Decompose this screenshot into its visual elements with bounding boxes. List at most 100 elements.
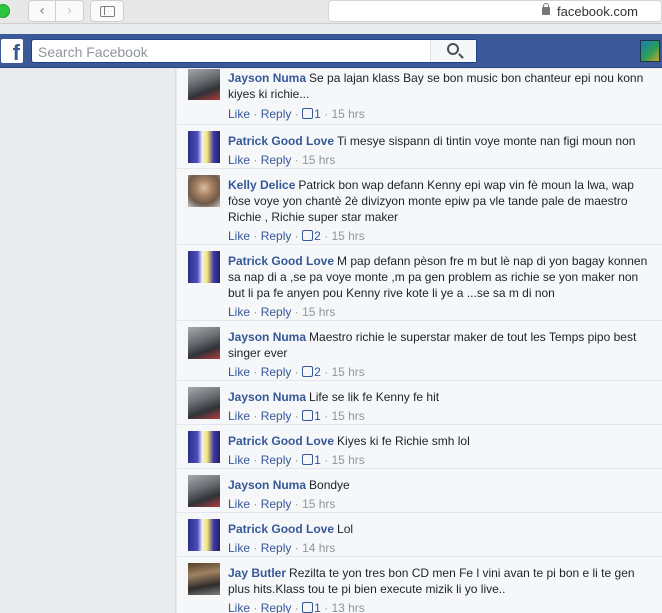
like-link[interactable]: Like (228, 153, 250, 167)
separator-dot: · (294, 541, 299, 555)
comment-author-link[interactable]: Patrick Good Love (228, 522, 334, 536)
sidebar-toggle-button[interactable] (90, 0, 124, 22)
reply-link[interactable]: Reply (261, 541, 292, 555)
comment-author-link[interactable]: Jayson Numa (228, 478, 306, 492)
profile-avatar[interactable] (640, 40, 660, 62)
comment-avatar[interactable] (188, 387, 220, 419)
like-link[interactable]: Like (228, 541, 250, 555)
separator-dot: · (294, 601, 299, 613)
search-input[interactable] (38, 43, 428, 61)
like-link[interactable]: Like (228, 453, 250, 467)
separator-dot: · (324, 229, 329, 243)
comment-timestamp[interactable]: 14 hrs (302, 541, 335, 555)
window-maximize-button[interactable] (0, 4, 10, 18)
separator-dot: · (294, 229, 299, 243)
comment-item: Jayson Numa Maestro richie le superstar m… (177, 321, 662, 381)
comment-timestamp[interactable]: 15 hrs (331, 229, 364, 243)
comment-avatar[interactable] (188, 131, 220, 163)
like-count[interactable]: 1 (314, 453, 321, 467)
reply-link[interactable]: Reply (261, 305, 292, 319)
comment-author-link[interactable]: Jayson Numa (228, 71, 306, 85)
comment-avatar[interactable] (188, 69, 220, 100)
comment-author-link[interactable]: Jayson Numa (228, 330, 306, 344)
comment-item: Jayson Numa Se pa lajan klass Bay se bon … (177, 69, 662, 125)
reply-link[interactable]: Reply (261, 365, 292, 379)
like-link[interactable]: Like (228, 601, 250, 613)
like-link[interactable]: Like (228, 229, 250, 243)
comment-timestamp[interactable]: 15 hrs (302, 153, 335, 167)
separator-dot: · (253, 497, 258, 511)
separator-dot: · (324, 453, 329, 467)
comment-author-link[interactable]: Jay Butler (228, 566, 286, 580)
separator-dot: · (294, 153, 299, 167)
like-count[interactable]: 1 (314, 107, 321, 121)
separator-dot: · (253, 409, 258, 423)
comment-avatar[interactable] (188, 175, 220, 207)
reply-link[interactable]: Reply (261, 107, 292, 121)
reply-link[interactable]: Reply (261, 153, 292, 167)
search-button[interactable] (430, 40, 476, 62)
comment-timestamp[interactable]: 15 hrs (331, 107, 364, 121)
reply-link[interactable]: Reply (261, 601, 292, 613)
like-link[interactable]: Like (228, 497, 250, 511)
comment-item: Jay Butler Rezilta te yon tres bon CD men… (177, 557, 662, 613)
comment-text: Rezilta te yon tres bon CD men Fe l vini… (228, 566, 635, 596)
comment-timestamp[interactable]: 15 hrs (331, 409, 364, 423)
comment-timestamp[interactable]: 13 hrs (331, 601, 364, 613)
like-count[interactable]: 1 (314, 409, 321, 423)
comment-text: Ti mesye sispann di tintin voye monte na… (337, 134, 636, 148)
comment-avatar[interactable] (188, 431, 220, 463)
reply-link[interactable]: Reply (261, 409, 292, 423)
sidebar-icon (100, 6, 115, 17)
comment-item: Patrick Good Love Ti mesye sispann di tin… (177, 125, 662, 169)
separator-dot: · (253, 229, 258, 243)
reply-link[interactable]: Reply (261, 229, 292, 243)
comment-avatar[interactable] (188, 251, 220, 283)
comment-author-link[interactable]: Jayson Numa (228, 390, 306, 404)
comment-item: Jayson Numa Life se lik fe Kenny fe hit Li… (177, 381, 662, 425)
separator-dot: · (253, 541, 258, 555)
separator-dot: · (253, 601, 258, 613)
comment-author-link[interactable]: Patrick Good Love (228, 254, 334, 268)
back-button[interactable]: ‹ (28, 0, 56, 22)
like-link[interactable]: Like (228, 107, 250, 121)
comment-timestamp[interactable]: 15 hrs (302, 497, 335, 511)
separator-dot: · (253, 305, 258, 319)
comment-avatar[interactable] (188, 475, 220, 507)
comment-author-link[interactable]: Patrick Good Love (228, 134, 334, 148)
address-bar[interactable]: facebook.com (328, 0, 662, 22)
like-thumb-icon[interactable] (302, 108, 314, 119)
forward-button[interactable]: › (56, 0, 84, 22)
comment-timestamp[interactable]: 15 hrs (331, 365, 364, 379)
like-thumb-icon[interactable] (302, 230, 314, 241)
facebook-logo-icon[interactable]: f (1, 39, 23, 63)
like-link[interactable]: Like (228, 365, 250, 379)
comment-avatar[interactable] (188, 519, 220, 551)
comment-avatar[interactable] (188, 563, 220, 595)
comments-list: Jayson Numa Se pa lajan klass Bay se bon … (177, 69, 662, 613)
comment-timestamp[interactable]: 15 hrs (331, 453, 364, 467)
comment-item: Jayson Numa Bondye Like · Reply · 15 hrs (177, 469, 662, 513)
comment-item: Patrick Good Love M pap defann pèson fre … (177, 245, 662, 321)
comment-author-link[interactable]: Kelly Delice (228, 178, 295, 192)
comment-timestamp[interactable]: 15 hrs (302, 305, 335, 319)
like-thumb-icon[interactable] (302, 410, 314, 421)
reply-link[interactable]: Reply (261, 453, 292, 467)
like-thumb-icon[interactable] (302, 366, 314, 377)
separator-dot: · (253, 153, 258, 167)
comment-author-link[interactable]: Patrick Good Love (228, 434, 334, 448)
left-column (0, 69, 176, 613)
like-count[interactable]: 1 (314, 601, 321, 613)
comment-avatar[interactable] (188, 327, 220, 359)
like-count[interactable]: 2 (314, 229, 321, 243)
reply-link[interactable]: Reply (261, 497, 292, 511)
separator-dot: · (253, 453, 258, 467)
like-count[interactable]: 2 (314, 365, 321, 379)
facebook-header: f (0, 34, 662, 68)
separator-dot: · (253, 107, 258, 121)
like-thumb-icon[interactable] (302, 602, 314, 613)
lock-icon (542, 3, 550, 15)
like-link[interactable]: Like (228, 305, 250, 319)
like-link[interactable]: Like (228, 409, 250, 423)
like-thumb-icon[interactable] (302, 454, 314, 465)
